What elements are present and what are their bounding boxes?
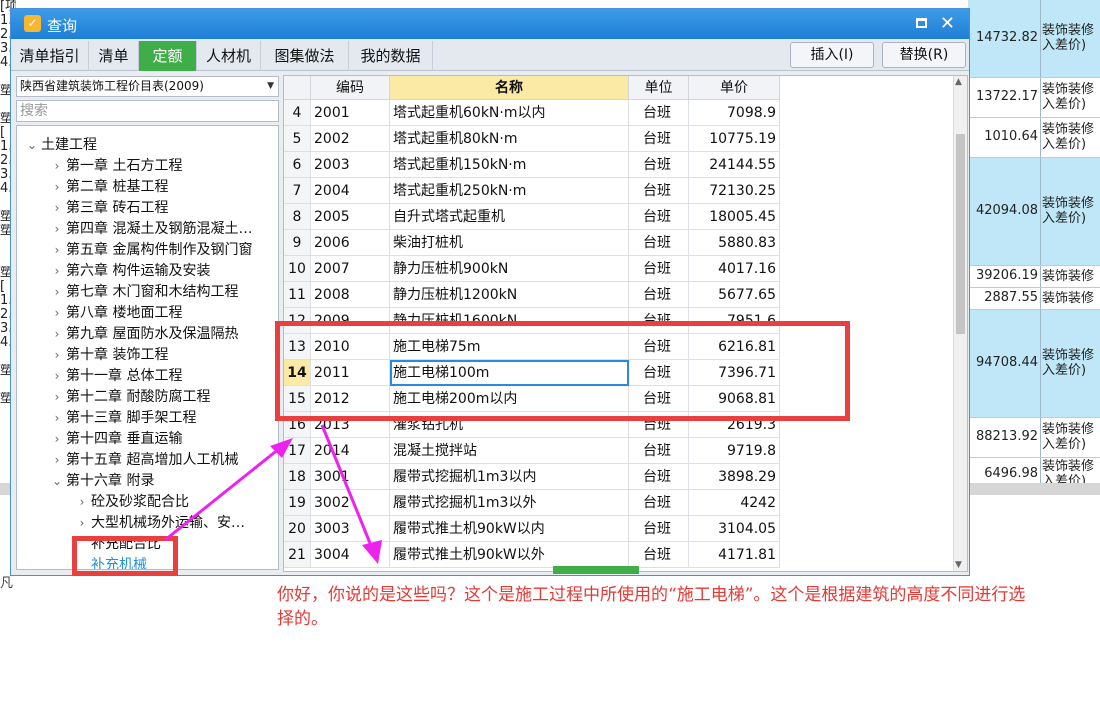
annotation-note: 你好，你说的是这些吗？这个是施工过程中所使用的“施工电梯”。这个是根据建筑的高度… <box>277 585 1026 629</box>
arrow-line-down <box>320 424 374 549</box>
screenshot-stage: [项目特征]1.2.3.4.塑塑[1.2.3.4.塑塑塑[1.2.3.4.塑塑 … <box>0 0 1100 715</box>
arrow-head-down <box>362 540 382 564</box>
arrow-line-left <box>164 446 281 542</box>
